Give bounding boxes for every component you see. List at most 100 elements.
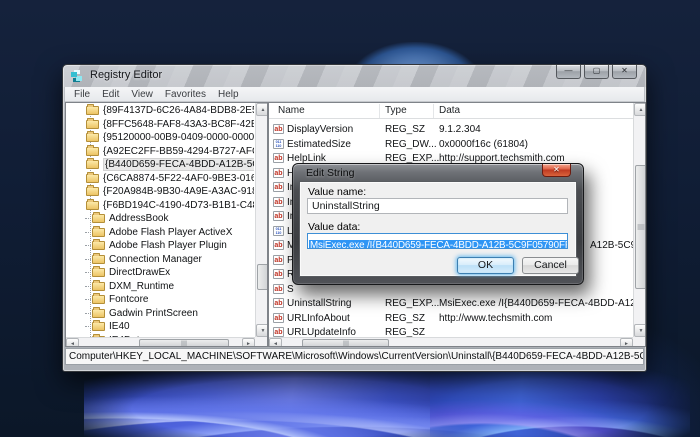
tree-item[interactable]: DirectDrawEx: [66, 266, 254, 279]
scroll-left-icon[interactable]: ◄: [66, 338, 79, 346]
folder-icon: [92, 252, 105, 264]
value-name: S: [287, 283, 294, 295]
registry-value-row[interactable]: ab URLInfoAbout REG_SZ http://www.techsm…: [269, 312, 633, 325]
tree-stub: [85, 312, 91, 314]
registry-value-row[interactable]: ab DisplayVersion REG_SZ 9.1.2.304: [269, 123, 633, 136]
string-value-icon: ab: [273, 283, 284, 294]
value-data: 9.1.2.304: [439, 124, 481, 135]
string-value-icon: ab: [273, 167, 284, 178]
value-name-field: UninstallString: [307, 198, 568, 214]
scroll-right-icon[interactable]: ►: [242, 338, 255, 346]
tree-item[interactable]: {F6BD194C-4190-4D73-B1B1-C48C999: [66, 198, 254, 212]
menu-file[interactable]: File: [68, 89, 96, 100]
folder-icon: [86, 198, 99, 210]
scroll-down-icon[interactable]: ▼: [634, 324, 645, 337]
tree-item-label: Adobe Flash Player Plugin: [109, 240, 227, 251]
close-button[interactable]: ✕: [612, 65, 637, 79]
tree-item[interactable]: Fontcore: [66, 293, 254, 306]
tree-hscroll-thumb[interactable]: [139, 339, 229, 346]
folder-icon: [92, 266, 105, 277]
scroll-up-icon[interactable]: ▲: [256, 103, 267, 116]
column-separator[interactable]: [379, 104, 380, 118]
tree-item[interactable]: IE40: [66, 320, 254, 333]
tree-item-label: AddressBook: [109, 213, 169, 224]
menu-edit[interactable]: Edit: [96, 89, 125, 100]
folder-icon: [92, 279, 105, 291]
tree-item[interactable]: Adobe Flash Player ActiveX: [66, 225, 254, 239]
scroll-up-icon[interactable]: ▲: [634, 103, 645, 116]
tree-item[interactable]: {95120000-00B9-0409-0000-0000000FF: [66, 131, 254, 144]
folder-icon: [92, 320, 105, 331]
dialog-body: Value name: UninstallString Value data: …: [299, 181, 579, 277]
dialog-close-button[interactable]: ✕: [542, 164, 571, 177]
tree-stub: [85, 218, 91, 219]
tree-stub: [85, 231, 91, 233]
desktop: Registry Editor — ▢ ✕ File Edit View Fav…: [0, 0, 700, 437]
tree-item-selected[interactable]: {B440D659-FECA-4BDD-A12B-5C9F05: [66, 158, 254, 171]
tree-item[interactable]: {F20A984B-9B30-4A9E-A3AC-918AF0D: [66, 185, 254, 198]
tree-item-label: Gadwin PrintScreen: [109, 307, 198, 319]
tree-item[interactable]: DXM_Runtime: [66, 279, 254, 293]
scrollbar-corner: [633, 337, 645, 346]
tree-item[interactable]: {89F4137D-6C26-4A84-BDB8-2E5A4BB: [66, 104, 254, 117]
ok-button[interactable]: OK: [457, 257, 514, 274]
folder-icon: [86, 185, 99, 196]
menu-view[interactable]: View: [125, 89, 159, 100]
tree-item[interactable]: Connection Manager: [66, 252, 254, 266]
tree-item[interactable]: AddressBook: [66, 212, 254, 225]
titlebar[interactable]: Registry Editor — ▢ ✕: [63, 65, 646, 87]
scroll-grip: [637, 224, 645, 230]
list-hscroll-thumb[interactable]: [302, 339, 389, 346]
registry-value-row[interactable]: 011 110 EstimatedSize REG_DW... 0x0000f16…: [269, 138, 633, 151]
folder-icon: [92, 225, 105, 237]
string-value-icon: ab: [273, 269, 284, 279]
tree-item-label: IE40: [109, 321, 130, 332]
tree-item[interactable]: {8FFC5648-FAF8-43A3-BC8F-42BA1E2: [66, 117, 254, 131]
value-data-input[interactable]: MsiExec.exe /I{B440D659-FECA-4BDD-A12B-5…: [307, 233, 568, 249]
minimize-button[interactable]: —: [556, 65, 581, 79]
tree-item[interactable]: {A92EC2FF-BB59-4294-B727-AFC47BA: [66, 144, 254, 158]
tree-item-label: {89F4137D-6C26-4A84-BDB8-2E5A4BB: [103, 105, 254, 116]
dialog-title[interactable]: Edit String: [306, 167, 354, 179]
column-separator[interactable]: [433, 104, 434, 118]
scroll-grip: [181, 340, 187, 346]
tree-stub: [85, 245, 91, 246]
maximize-button[interactable]: ▢: [584, 65, 609, 79]
dword-value-icon: 011 110: [273, 225, 284, 236]
value-name: EstimatedSize: [287, 138, 351, 150]
scroll-right-icon[interactable]: ►: [620, 338, 633, 346]
registry-value-row[interactable]: ab UninstallString REG_EXP... MsiExec.ex…: [269, 297, 635, 310]
scroll-down-icon[interactable]: ▼: [256, 324, 267, 337]
tree-vertical-scrollbar[interactable]: ▲ ▼: [255, 103, 267, 337]
column-header-type[interactable]: Type: [385, 105, 407, 116]
tree-item-label: DXM_Runtime: [109, 280, 175, 292]
list-vertical-scrollbar[interactable]: ▲ ▼: [633, 103, 645, 337]
value-name-label: Value name:: [308, 186, 367, 198]
tree-item[interactable]: Adobe Flash Player Plugin: [66, 239, 254, 252]
edit-string-dialog: Edit String ✕ Value name: UninstallStrin…: [292, 163, 584, 285]
tree-horizontal-scrollbar[interactable]: ◄ ►: [66, 337, 255, 346]
cancel-button[interactable]: Cancel: [522, 257, 579, 274]
string-value-icon: ab: [273, 254, 284, 265]
column-header-name[interactable]: Name: [278, 105, 305, 116]
registry-tree-pane: {89F4137D-6C26-4A84-BDB8-2E5A4BB {8FFC56…: [65, 102, 268, 347]
scroll-left-icon[interactable]: ◄: [269, 338, 282, 346]
folder-icon: [92, 239, 105, 250]
tree-item-label: Adobe Flash Player ActiveX: [109, 226, 233, 238]
column-headers: Name Type Data: [269, 103, 633, 119]
menu-help[interactable]: Help: [212, 89, 245, 100]
menu-favorites[interactable]: Favorites: [159, 89, 212, 100]
folder-icon: [86, 171, 99, 183]
list-vscroll-thumb[interactable]: [635, 165, 645, 289]
list-horizontal-scrollbar[interactable]: ◄ ►: [269, 337, 633, 346]
tree-item[interactable]: {C6CA8874-5F22-4AF0-9BE3-016BF29: [66, 171, 254, 185]
string-value-icon: ab: [273, 196, 284, 207]
folder-icon: [92, 293, 105, 304]
string-value-icon: ab: [273, 327, 284, 337]
folder-icon: [92, 306, 105, 318]
column-header-data[interactable]: Data: [439, 105, 460, 116]
registry-editor-icon: [70, 69, 84, 83]
tree-vscroll-thumb[interactable]: [257, 264, 267, 290]
window-title: Registry Editor: [90, 69, 163, 81]
tree-item[interactable]: Gadwin PrintScreen: [66, 306, 254, 320]
